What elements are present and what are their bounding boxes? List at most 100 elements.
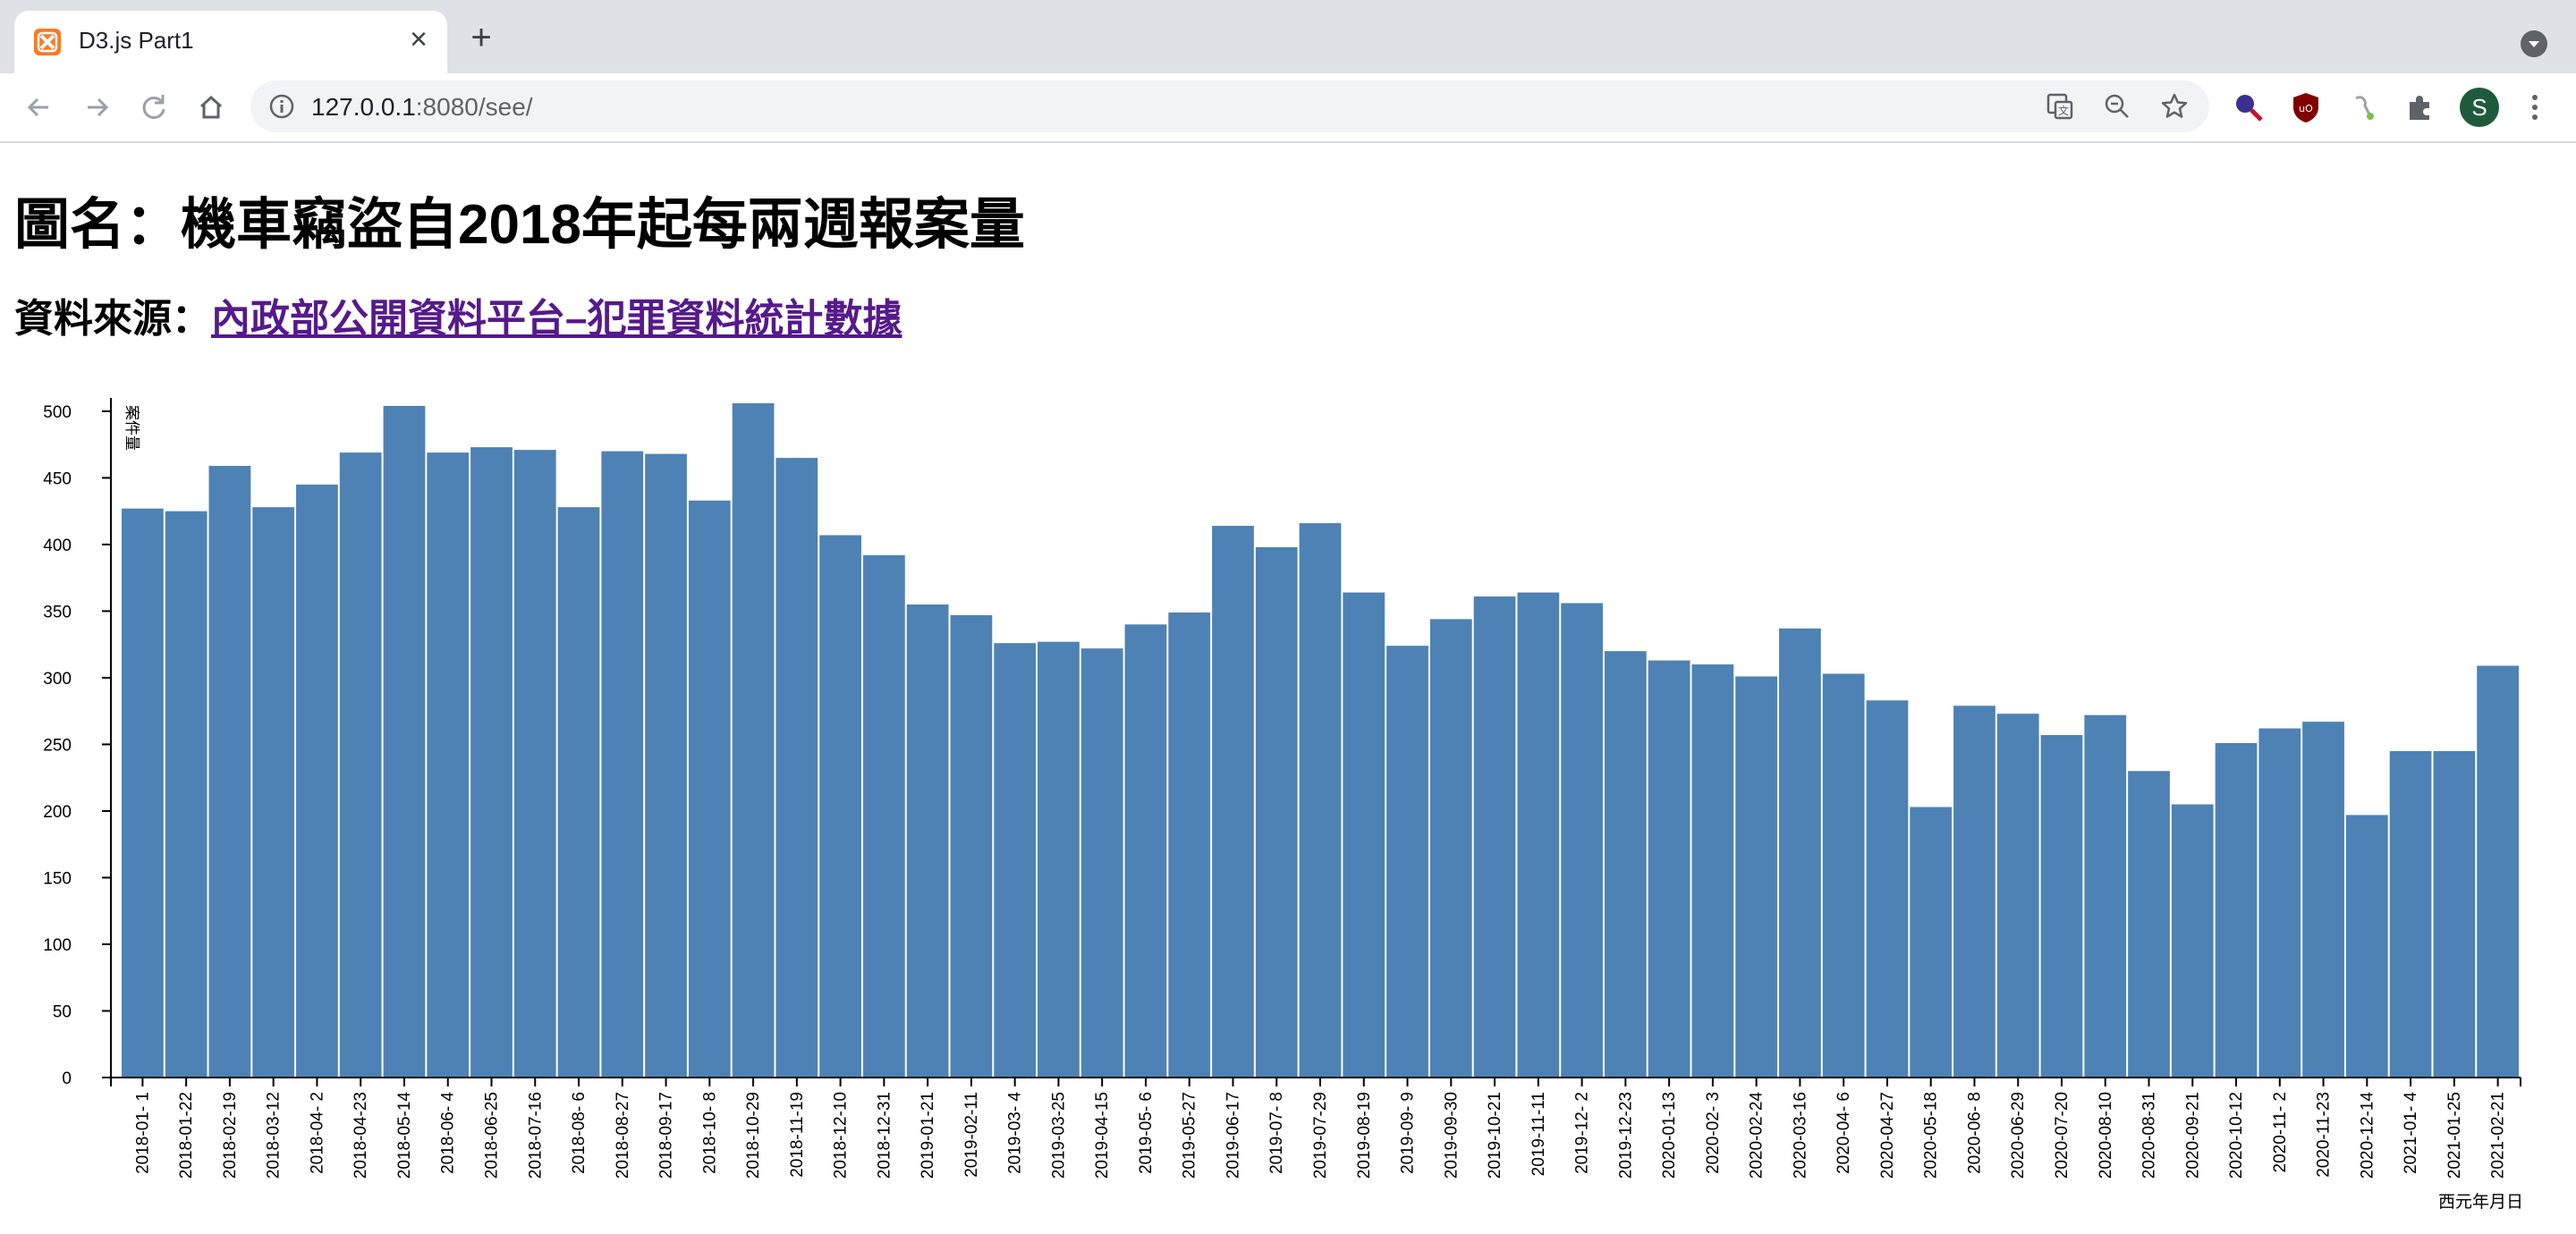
x-tick-label: 2018-01-22: [177, 1092, 196, 1179]
bar: [165, 511, 208, 1078]
bar: [470, 447, 513, 1078]
x-tick-label: 2019-01-21: [919, 1092, 937, 1179]
x-tick-label: 2020-06- 8: [1965, 1092, 1984, 1174]
bar: [2302, 722, 2344, 1078]
x-tick-label: 2018-08- 6: [570, 1092, 589, 1174]
tab-search-icon[interactable]: [2521, 30, 2547, 57]
close-tab-icon[interactable]: ×: [401, 21, 436, 57]
x-tick-label: 2019-07- 8: [1267, 1092, 1286, 1174]
ublock-shield-icon[interactable]: uO: [2288, 89, 2324, 125]
zoom-out-icon[interactable]: [2100, 89, 2134, 123]
address-bar[interactable]: 127.0.0.1:8080/see/ 文: [250, 80, 2209, 132]
x-tick-label: 2019-06-17: [1224, 1092, 1242, 1179]
x-tick-label: 2019-03- 4: [1006, 1092, 1025, 1174]
forward-icon[interactable]: [75, 86, 118, 129]
bar: [252, 507, 295, 1078]
back-icon[interactable]: [18, 86, 61, 129]
x-tick-label: 2021-01- 4: [2402, 1092, 2420, 1174]
bar: [1691, 664, 1734, 1078]
bar: [1038, 641, 1080, 1078]
bar: [775, 458, 818, 1078]
bar: [513, 450, 556, 1078]
home-icon[interactable]: [190, 86, 233, 129]
x-tick-label: 2019-10-21: [1486, 1092, 1504, 1179]
reload-icon[interactable]: [132, 86, 175, 129]
x-tick-label: 2018-07-16: [526, 1092, 545, 1179]
x-tick-label: 2018-09-17: [657, 1092, 676, 1179]
x-tick-label: 2019-05- 6: [1137, 1092, 1156, 1174]
x-tick-label: 2020-02- 3: [1704, 1092, 1723, 1174]
bar: [2128, 771, 2170, 1078]
bar: [1822, 673, 1865, 1078]
x-tick-label: 2020-07-20: [2053, 1092, 2072, 1179]
x-tick-label: 2019-05-27: [1181, 1092, 1199, 1179]
tab-strip: D3.js Part1 × +: [0, 0, 2576, 73]
x-tick-label: 2020-04- 6: [1835, 1092, 1853, 1174]
bar: [1561, 603, 1603, 1078]
bar: [1866, 700, 1909, 1078]
x-tick-label: 2020-02-24: [1748, 1092, 1767, 1179]
bar: [1168, 612, 1211, 1078]
y-axis-label: 案件量: [123, 405, 140, 451]
translate-icon[interactable]: 文: [2043, 89, 2077, 123]
data-source: 資料來源：內政部公開資料平台–犯罪資料統計數據: [14, 286, 902, 343]
x-tick-label: 2019-03-25: [1049, 1092, 1068, 1179]
browser-toolbar: 127.0.0.1:8080/see/ 文 uO S: [0, 73, 2576, 143]
x-tick-label: 2020-01-13: [1660, 1092, 1679, 1179]
x-tick-label: 2019-07-29: [1311, 1092, 1330, 1179]
bar: [994, 643, 1037, 1078]
bar: [1255, 546, 1298, 1078]
bar: [339, 452, 382, 1078]
mouse-gesture-extension-icon[interactable]: [2345, 89, 2381, 125]
x-tick-label: 2018-05-14: [395, 1092, 414, 1179]
y-tick-label: 100: [43, 936, 72, 955]
bar: [906, 604, 949, 1078]
y-tick-label: 50: [53, 1002, 72, 1021]
bar: [296, 484, 338, 1078]
source-label: 資料來源：: [14, 297, 211, 341]
x-tick-label: 2018-08-27: [614, 1092, 632, 1179]
x-tick-label: 2020-08-10: [2097, 1092, 2115, 1179]
browser-tab[interactable]: D3.js Part1 ×: [14, 11, 447, 73]
new-tab-icon[interactable]: +: [463, 20, 499, 55]
y-tick-label: 350: [43, 603, 72, 621]
bar: [2215, 742, 2258, 1078]
bar: [1386, 646, 1428, 1078]
bar: [557, 507, 600, 1078]
x-tick-label: 2021-02-21: [2489, 1092, 2508, 1179]
x-tick-label: 2018-03-12: [265, 1092, 284, 1179]
source-link[interactable]: 內政部公開資料平台–犯罪資料統計數據: [211, 297, 902, 341]
profile-avatar[interactable]: S: [2460, 88, 2499, 127]
key-extension-icon[interactable]: [2231, 89, 2267, 125]
x-tick-label: 2019-12-23: [1616, 1092, 1635, 1179]
url-text: 127.0.0.1:8080/see/: [311, 93, 533, 121]
x-tick-label: 2018-12-10: [832, 1092, 851, 1179]
svg-text:uO: uO: [2299, 103, 2313, 114]
bookmark-star-icon[interactable]: [2157, 89, 2191, 123]
x-tick-label: 2019-12- 2: [1573, 1092, 1592, 1174]
y-tick-label: 500: [43, 403, 72, 422]
info-icon[interactable]: [268, 93, 295, 120]
x-tick-label: 2020-06-29: [2009, 1092, 2028, 1179]
menu-kebab-icon[interactable]: [2526, 91, 2544, 123]
extensions-puzzle-icon[interactable]: [2402, 89, 2438, 125]
x-tick-label: 2019-04-15: [1093, 1092, 1112, 1179]
x-tick-label: 2019-02-11: [962, 1092, 981, 1178]
browser-chrome: D3.js Part1 × + 127.0.0.1:8080/see/ 文 uO…: [0, 0, 2576, 143]
bar: [1517, 592, 1560, 1078]
x-tick-label: 2020-04-27: [1878, 1092, 1897, 1179]
x-tick-label: 2020-09-21: [2183, 1092, 2202, 1179]
bar: [950, 614, 993, 1078]
bar: [427, 452, 470, 1078]
xampp-favicon-icon: [34, 29, 61, 55]
y-tick-label: 0: [62, 1069, 72, 1088]
x-tick-label: 2020-03-16: [1791, 1092, 1809, 1179]
y-tick-label: 300: [43, 670, 72, 689]
bar: [2258, 728, 2301, 1078]
x-tick-label: 2018-04- 2: [308, 1092, 326, 1174]
x-tick-label: 2019-08-19: [1355, 1092, 1374, 1179]
bar: [2433, 750, 2476, 1078]
bar-chart: 2018-01- 1 2018-01-22 2018-02-19 2018-03-12…: [43, 398, 2523, 1212]
bar: [601, 451, 644, 1078]
bar: [862, 554, 905, 1078]
